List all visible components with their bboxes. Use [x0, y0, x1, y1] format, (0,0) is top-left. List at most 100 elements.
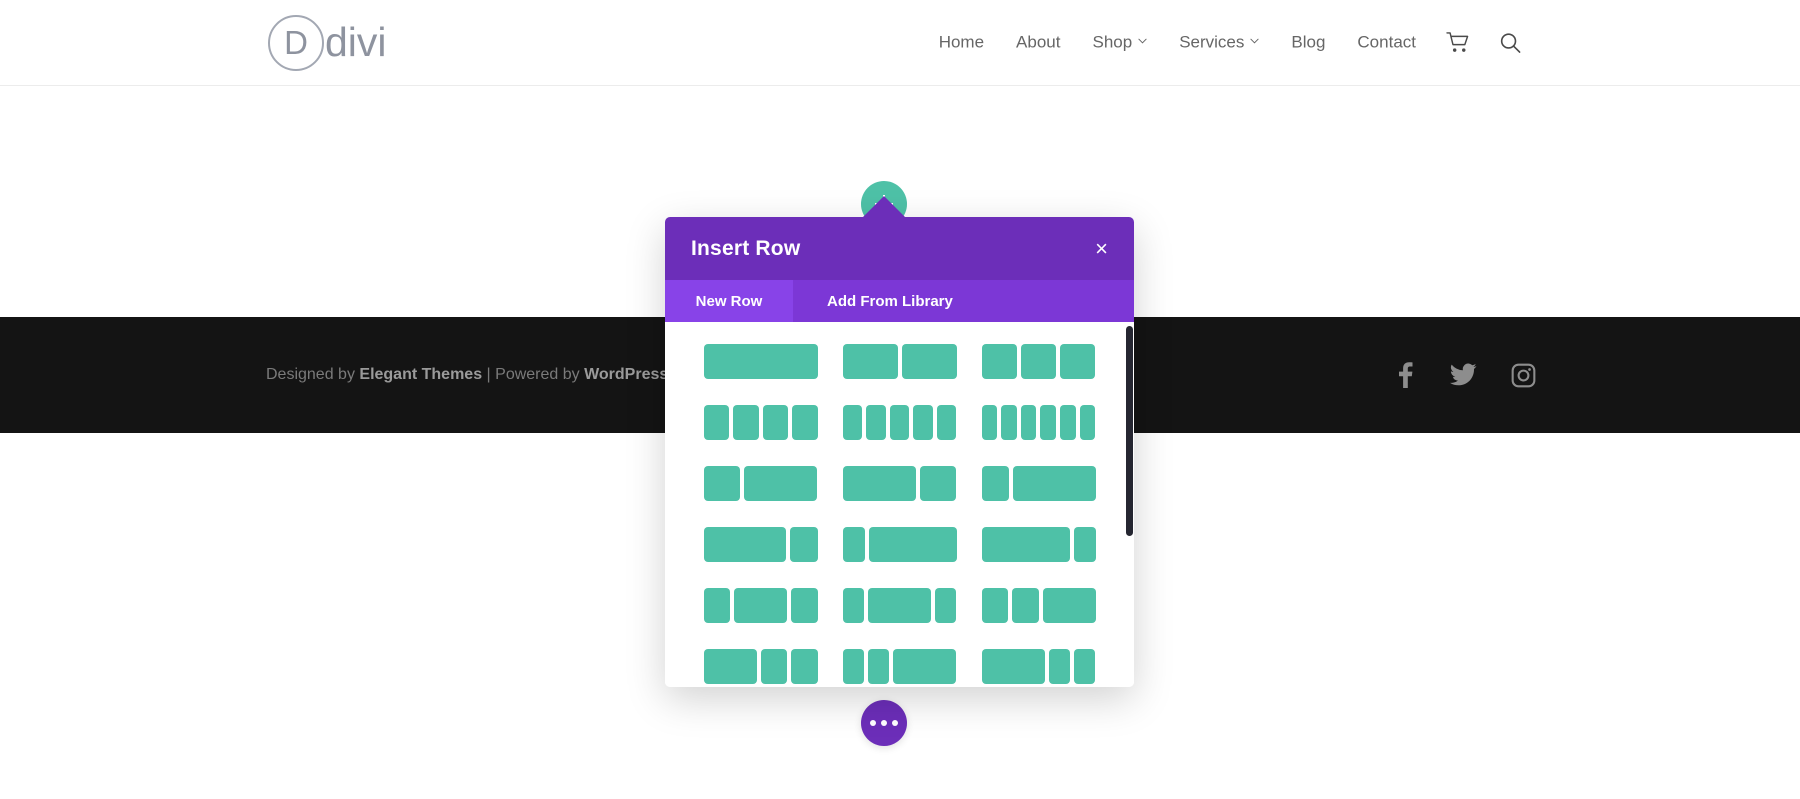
- row-layout-column: [866, 405, 886, 440]
- tab-add-from-library[interactable]: Add From Library: [793, 280, 1134, 322]
- row-layout-column: [703, 588, 730, 623]
- row-layout-preview-half-quarter-quarter: [703, 649, 818, 684]
- divi-visual-builder-page: D divi Home About Shop Services Blog Con…: [0, 0, 1800, 799]
- modal-pointer-arrow: [862, 196, 906, 218]
- facebook-icon[interactable]: [1394, 362, 1416, 388]
- nav-item-contact[interactable]: Contact: [1341, 33, 1432, 53]
- row-layout-option[interactable]: [691, 466, 830, 501]
- nav-item-shop[interactable]: Shop: [1076, 33, 1163, 53]
- modal-tabs: New Row Add From Library: [665, 280, 1134, 322]
- site-header: D divi Home About Shop Services Blog Con…: [0, 0, 1800, 86]
- ellipsis-dot-icon: [892, 720, 898, 726]
- search-icon[interactable]: [1485, 31, 1536, 54]
- row-layout-column: [981, 405, 998, 440]
- row-layout-column: [981, 527, 1070, 562]
- row-layout-column: [936, 405, 957, 440]
- nav-item-home[interactable]: Home: [923, 33, 1000, 53]
- row-layout-option[interactable]: [691, 405, 830, 440]
- logo-wordmark: divi: [325, 19, 387, 65]
- row-layout-option[interactable]: [969, 588, 1108, 623]
- row-layout-column: [760, 649, 787, 684]
- tab-label: Add From Library: [827, 292, 953, 310]
- row-layout-preview-quarter-quarter-half: [981, 588, 1096, 623]
- row-layout-option[interactable]: [691, 588, 830, 623]
- row-layout-preview-5-column-equal: [842, 405, 957, 440]
- primary-navigation: Home About Shop Services Blog Contact: [923, 31, 1536, 54]
- row-layout-preview-three-fifths-fifth-fifth: [981, 649, 1096, 684]
- row-layout-column: [913, 405, 933, 440]
- page-settings-button[interactable]: [861, 700, 907, 746]
- nav-item-label: Shop: [1092, 32, 1133, 52]
- row-layout-option[interactable]: [691, 344, 830, 379]
- footer-credit-brand-2[interactable]: WordPress: [584, 366, 668, 383]
- row-layout-option[interactable]: [830, 466, 969, 501]
- modal-scrollbar-thumb[interactable]: [1126, 326, 1133, 536]
- row-layout-column: [790, 527, 818, 562]
- twitter-icon[interactable]: [1450, 362, 1477, 388]
- row-layout-grid: [665, 344, 1134, 684]
- nav-item-label: Home: [938, 32, 985, 52]
- row-layout-column: [1012, 588, 1039, 623]
- row-layout-column: [868, 527, 957, 562]
- row-layout-column: [744, 466, 818, 501]
- row-layout-column: [792, 405, 818, 440]
- tab-label: New Row: [695, 292, 763, 310]
- row-layout-option[interactable]: [830, 405, 969, 440]
- row-layout-option[interactable]: [830, 344, 969, 379]
- site-logo[interactable]: D divi: [268, 14, 387, 71]
- row-layout-preview-two-thirds-one-third: [842, 466, 957, 501]
- row-layout-preview-6-column-equal: [981, 405, 1096, 440]
- modal-title: Insert Row: [691, 236, 801, 260]
- row-layout-preview-four-fifths-one-fifth: [981, 527, 1096, 562]
- footer-credit-brand[interactable]: Elegant Themes: [359, 366, 482, 383]
- row-layout-preview-one-quarter-three-quarters: [981, 466, 1096, 501]
- ellipsis-dot-icon: [881, 720, 887, 726]
- row-layout-option[interactable]: [969, 649, 1108, 684]
- row-layout-column: [889, 405, 910, 440]
- row-layout-column: [1001, 405, 1017, 440]
- row-layout-column: [919, 466, 957, 501]
- close-icon[interactable]: ×: [1095, 237, 1108, 260]
- row-layout-option[interactable]: [969, 405, 1108, 440]
- nav-item-label: Blog: [1291, 32, 1326, 52]
- row-layout-column: [1020, 344, 1057, 379]
- row-layout-option[interactable]: [969, 466, 1108, 501]
- row-layout-preview-fifth-three-fifths-fifth: [842, 588, 957, 623]
- row-layout-column: [901, 344, 957, 379]
- row-layout-column: [1013, 466, 1096, 501]
- row-layout-option[interactable]: [969, 527, 1108, 562]
- row-layout-column: [842, 466, 916, 501]
- row-layout-column: [703, 466, 741, 501]
- instagram-icon[interactable]: [1511, 363, 1536, 388]
- ellipsis-dot-icon: [870, 720, 876, 726]
- row-layout-preview-1-column: [703, 344, 818, 379]
- row-layout-column: [1040, 405, 1057, 440]
- row-layout-column: [935, 588, 957, 623]
- row-layout-column: [842, 527, 865, 562]
- row-layout-column: [981, 649, 1046, 684]
- tab-new-row[interactable]: New Row: [665, 280, 793, 322]
- row-layout-option[interactable]: [691, 649, 830, 684]
- row-layout-column: [1060, 405, 1076, 440]
- row-layout-option[interactable]: [691, 527, 830, 562]
- row-layout-option[interactable]: [969, 344, 1108, 379]
- footer-social-links: [1394, 362, 1536, 388]
- cart-icon[interactable]: [1432, 32, 1485, 54]
- row-layout-column: [734, 588, 787, 623]
- row-layout-option[interactable]: [830, 527, 969, 562]
- row-layout-preview-3-column-equal: [981, 344, 1096, 379]
- footer-credit-mid: | Powered by: [482, 366, 585, 383]
- row-layout-option[interactable]: [830, 588, 969, 623]
- row-layout-column: [1074, 649, 1096, 684]
- row-layout-column: [1049, 649, 1071, 684]
- nav-item-blog[interactable]: Blog: [1275, 33, 1341, 53]
- row-layout-column: [733, 405, 759, 440]
- row-layout-column: [1060, 344, 1096, 379]
- row-layout-preview-4-column-equal: [703, 405, 818, 440]
- modal-scrollbar-track[interactable]: [1126, 322, 1134, 687]
- nav-item-about[interactable]: About: [1000, 33, 1076, 53]
- footer-credit-prefix: Designed by: [266, 366, 360, 383]
- row-layout-column: [981, 466, 1009, 501]
- row-layout-option[interactable]: [830, 649, 969, 684]
- nav-item-services[interactable]: Services: [1163, 33, 1275, 53]
